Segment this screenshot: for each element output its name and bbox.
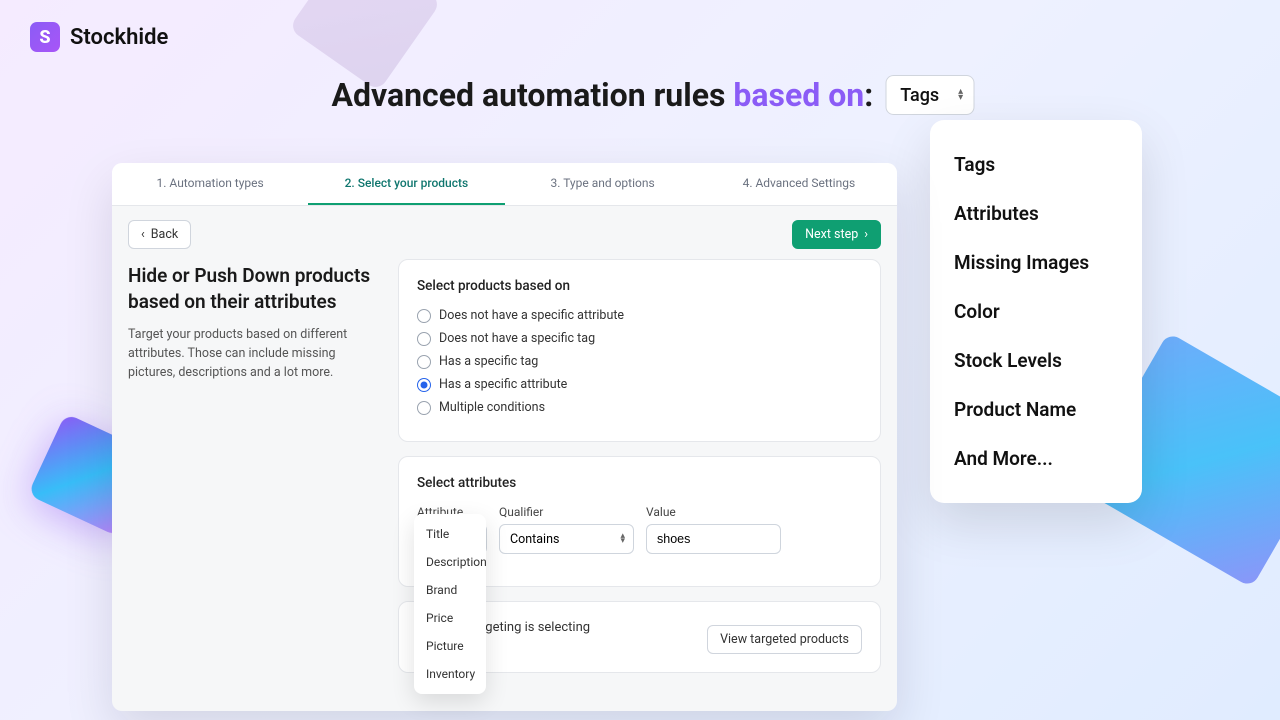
headline: Advanced automation rules based on: Tags <box>332 75 975 115</box>
back-button[interactable]: ‹ Back <box>128 220 191 249</box>
dropdown-option[interactable]: And More... <box>930 434 1142 483</box>
radio-option[interactable]: Does not have a specific attribute <box>417 308 862 323</box>
card-title: Select products based on <box>417 278 862 294</box>
dropdown-option[interactable]: Stock Levels <box>930 336 1142 385</box>
radio-label: Multiple conditions <box>439 400 545 415</box>
dropdown-option[interactable]: Missing Images <box>930 238 1142 287</box>
radio-option[interactable]: Has a specific attribute <box>417 377 862 392</box>
dropdown-option[interactable]: Description <box>414 548 486 576</box>
radio-label: Does not have a specific attribute <box>439 308 624 323</box>
wizard-tabs: 1. Automation types 2. Select your produ… <box>112 163 897 206</box>
field-label: Value <box>646 505 781 519</box>
brand-name: Stockhide <box>70 25 168 50</box>
radio-icon <box>417 355 431 369</box>
card-select-basis: Select products based on Does not have a… <box>398 259 881 442</box>
dropdown-option[interactable]: Inventory <box>414 660 486 688</box>
radio-option[interactable]: Multiple conditions <box>417 400 862 415</box>
value-input[interactable] <box>646 524 781 554</box>
radio-icon <box>417 401 431 415</box>
section-desc: Target your products based on different … <box>128 326 378 382</box>
radio-option[interactable]: Does not have a specific tag <box>417 331 862 346</box>
dropdown-option[interactable]: Color <box>930 287 1142 336</box>
dropdown-option[interactable]: Tags <box>930 140 1142 189</box>
attribute-dropdown[interactable]: Title Description Brand Price Picture In… <box>414 514 486 694</box>
radio-label: Has a specific attribute <box>439 377 567 392</box>
headline-text: Advanced automation rules based on: <box>332 76 874 114</box>
card-title: Select attributes <box>417 475 862 491</box>
tab-automation-types[interactable]: 1. Automation types <box>112 163 308 205</box>
section-title: Hide or Push Down products based on thei… <box>128 263 378 314</box>
radio-label: Does not have a specific tag <box>439 331 595 346</box>
radio-label: Has a specific tag <box>439 354 538 369</box>
dropdown-option[interactable]: Price <box>414 604 486 632</box>
dropdown-option[interactable]: Attributes <box>930 189 1142 238</box>
qualifier-select[interactable]: Contains <box>499 524 634 554</box>
field-label: Qualifier <box>499 505 634 519</box>
tab-select-products[interactable]: 2. Select your products <box>308 163 504 205</box>
radio-icon <box>417 378 431 392</box>
dropdown-option[interactable]: Picture <box>414 632 486 660</box>
chevron-left-icon: ‹ <box>141 227 145 242</box>
dropdown-option[interactable]: Title <box>414 520 486 548</box>
radio-icon <box>417 332 431 346</box>
tab-type-options[interactable]: 3. Type and options <box>505 163 701 205</box>
app-panel: 1. Automation types 2. Select your produ… <box>112 163 897 711</box>
brand-logo: S Stockhide <box>30 22 168 52</box>
chevron-right-icon: › <box>864 227 868 242</box>
dropdown-option[interactable]: Brand <box>414 576 486 604</box>
dropdown-option[interactable]: Product Name <box>930 385 1142 434</box>
based-on-dropdown[interactable]: Tags Attributes Missing Images Color Sto… <box>930 120 1142 503</box>
logo-icon: S <box>30 22 60 52</box>
chevron-sort-icon <box>958 89 963 101</box>
view-targeted-button[interactable]: View targeted products <box>707 625 862 654</box>
based-on-select[interactable]: Tags <box>885 75 974 115</box>
next-step-button[interactable]: Next step › <box>792 220 881 249</box>
radio-icon <box>417 309 431 323</box>
chevron-sort-icon <box>620 534 625 544</box>
tab-advanced-settings[interactable]: 4. Advanced Settings <box>701 163 897 205</box>
radio-option[interactable]: Has a specific tag <box>417 354 862 369</box>
